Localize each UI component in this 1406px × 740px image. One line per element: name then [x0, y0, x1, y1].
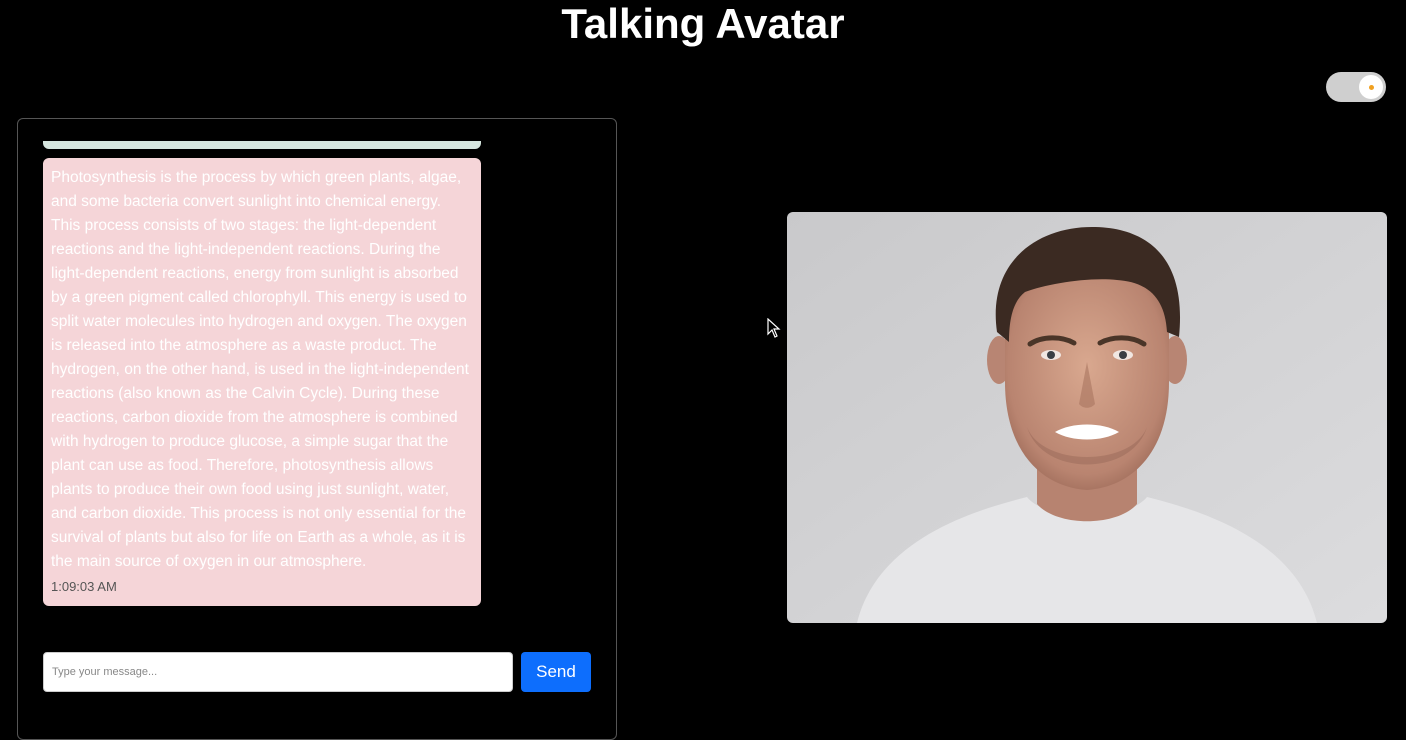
send-button[interactable]: Send — [521, 652, 591, 692]
talking-avatar-face-icon — [787, 212, 1387, 623]
theme-toggle[interactable] — [1326, 72, 1386, 102]
sun-icon — [1369, 85, 1374, 90]
chat-panel: Photosynthesis is the process by which g… — [17, 118, 617, 740]
page-title: Talking Avatar — [561, 0, 845, 47]
message-timestamp: 1:09:03 AM — [51, 579, 117, 594]
toggle-knob — [1359, 75, 1383, 99]
message-text: Photosynthesis is the process by which g… — [51, 169, 469, 570]
previous-message-bubble — [43, 141, 481, 149]
message-input[interactable] — [43, 652, 513, 692]
mouse-cursor-icon — [767, 318, 781, 338]
avatar-video — [787, 212, 1387, 623]
message-bubble: Photosynthesis is the process by which g… — [43, 158, 481, 606]
